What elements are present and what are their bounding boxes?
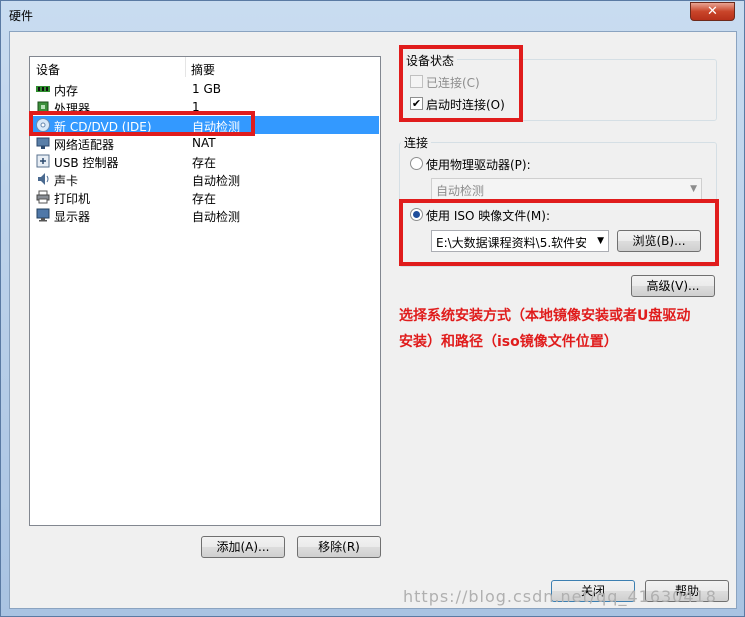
device-row-printer[interactable]: 打印机 存在 xyxy=(32,188,379,206)
annotation-text: 选择系统安装方式（本地镜像安装或者U盘驱动 安装）和路径（iso镜像文件位置） xyxy=(399,303,729,355)
device-summary: 自动检测 xyxy=(192,210,241,224)
display-icon xyxy=(36,208,50,222)
device-name: 内存 xyxy=(54,84,79,98)
physical-drive-combo-value: 自动检测 xyxy=(436,184,485,198)
sound-card-icon xyxy=(38,173,49,185)
advanced-button[interactable]: 高级(V)... xyxy=(631,275,715,297)
memory-icon xyxy=(36,86,50,92)
annotation-line-2: 安装）和路径（iso镜像文件位置） xyxy=(399,334,618,350)
column-header-device[interactable]: 设备 xyxy=(36,61,60,78)
column-header-summary[interactable]: 摘要 xyxy=(191,61,215,78)
device-summary: 存在 xyxy=(192,192,217,206)
physical-drive-label: 使用物理驱动器(P): xyxy=(426,158,531,172)
device-list-header: 设备 摘要 xyxy=(30,57,380,77)
device-summary: 1 GB xyxy=(192,82,221,96)
device-summary: 存在 xyxy=(192,156,217,170)
watermark: https://blog.csdn.net/qq_41630418 xyxy=(403,587,717,606)
highlight-box-iso xyxy=(399,199,719,266)
device-row-display[interactable]: 显示器 自动检测 xyxy=(32,206,379,224)
device-row-usb-controller[interactable]: USB 控制器 存在 xyxy=(32,152,379,170)
network-adapter-icon xyxy=(36,137,50,149)
highlight-box-cd-dvd xyxy=(29,111,255,136)
device-summary: 自动检测 xyxy=(192,174,241,188)
hardware-dialog: 硬件 ✕ 设备 摘要 内存 1 GB 处理器 1 新 CD/DVD (IDE) … xyxy=(0,0,745,617)
device-row-memory[interactable]: 内存 1 GB xyxy=(32,80,379,98)
connection-title: 连接 xyxy=(401,134,432,151)
add-button[interactable]: 添加(A)... xyxy=(201,536,285,558)
annotation-line-1: 选择系统安装方式（本地镜像安装或者U盘驱动 xyxy=(399,308,691,324)
physical-drive-combo[interactable]: 自动检测 ▼ xyxy=(431,178,702,200)
printer-icon xyxy=(36,190,50,204)
column-separator[interactable] xyxy=(185,57,186,77)
physical-drive-radio[interactable] xyxy=(410,157,423,170)
device-name: 网络适配器 xyxy=(54,138,115,152)
window-close-button[interactable]: ✕ xyxy=(690,2,735,21)
device-row-sound-card[interactable]: 声卡 自动检测 xyxy=(32,170,379,188)
device-name: 打印机 xyxy=(54,192,91,206)
remove-button[interactable]: 移除(R) xyxy=(297,536,381,558)
device-summary: NAT xyxy=(192,136,216,150)
close-icon: ✕ xyxy=(707,4,718,19)
device-name: 声卡 xyxy=(54,174,79,188)
usb-icon xyxy=(36,154,50,168)
device-row-network-adapter[interactable]: 网络适配器 NAT xyxy=(32,134,379,152)
device-name: USB 控制器 xyxy=(54,156,119,170)
chevron-down-icon: ▼ xyxy=(690,184,697,194)
device-name: 显示器 xyxy=(54,210,91,224)
window-title: 硬件 xyxy=(9,9,34,23)
title-bar[interactable]: 硬件 ✕ xyxy=(1,1,744,31)
highlight-box-device-status xyxy=(399,45,523,122)
